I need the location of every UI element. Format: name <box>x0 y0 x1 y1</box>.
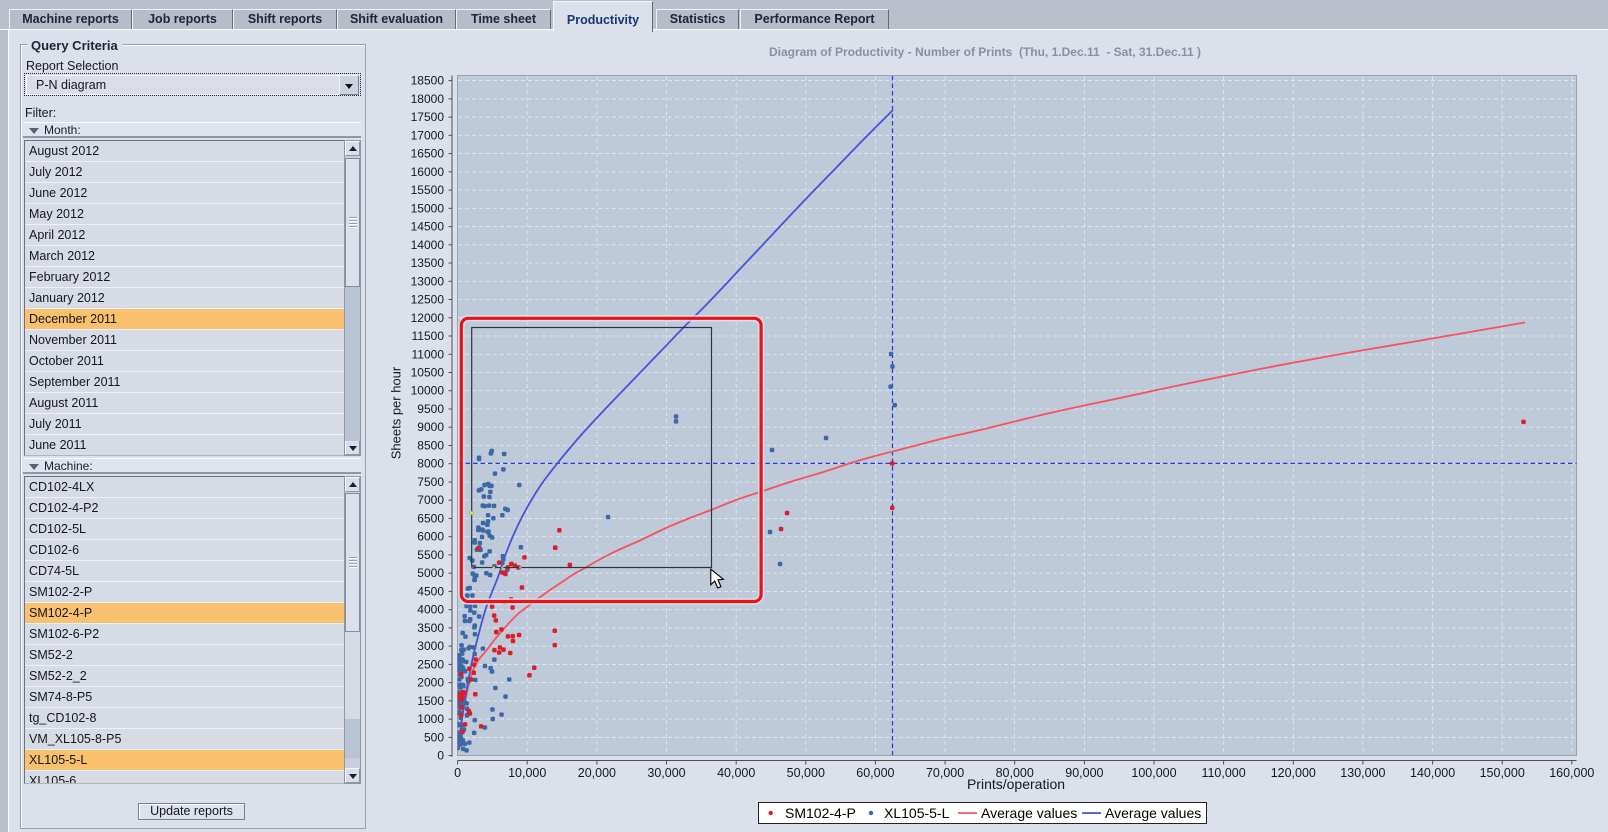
svg-text:0: 0 <box>437 749 444 763</box>
svg-text:2500: 2500 <box>417 657 444 671</box>
svg-text:2000: 2000 <box>417 676 444 690</box>
svg-text:Prints/operation: Prints/operation <box>967 776 1065 792</box>
svg-text:Average values: Average values <box>1105 805 1201 821</box>
svg-text:8000: 8000 <box>417 457 444 471</box>
svg-text:40,000: 40,000 <box>717 766 755 780</box>
svg-text:30,000: 30,000 <box>647 766 685 780</box>
svg-text:50,000: 50,000 <box>787 766 825 780</box>
svg-text:14500: 14500 <box>411 220 445 234</box>
svg-text:15500: 15500 <box>411 183 445 197</box>
svg-text:3500: 3500 <box>417 621 444 635</box>
svg-text:1500: 1500 <box>417 694 444 708</box>
svg-text:Sheets per hour: Sheets per hour <box>389 366 404 459</box>
svg-text:1000: 1000 <box>417 712 444 726</box>
svg-text:18500: 18500 <box>411 74 445 88</box>
svg-text:14000: 14000 <box>411 238 445 252</box>
svg-text:110,000: 110,000 <box>1201 766 1245 780</box>
svg-text:10000: 10000 <box>411 384 445 398</box>
svg-text:120,000: 120,000 <box>1271 766 1316 780</box>
svg-text:SM102-4-P: SM102-4-P <box>785 805 856 821</box>
svg-text:11000: 11000 <box>412 347 445 361</box>
svg-text:6500: 6500 <box>417 511 444 525</box>
svg-text:5500: 5500 <box>417 548 444 562</box>
svg-text:160,000: 160,000 <box>1549 766 1594 780</box>
svg-text:90,000: 90,000 <box>1065 766 1103 780</box>
svg-text:10,000: 10,000 <box>508 766 546 780</box>
svg-text:4500: 4500 <box>417 584 444 598</box>
svg-text:11500: 11500 <box>412 329 445 343</box>
svg-text:6000: 6000 <box>417 530 444 544</box>
svg-text:150,000: 150,000 <box>1480 766 1525 780</box>
svg-text:12000: 12000 <box>411 311 445 325</box>
svg-text:XL105-5-L: XL105-5-L <box>884 805 950 821</box>
svg-text:10500: 10500 <box>411 366 445 380</box>
svg-text:Average values: Average values <box>981 805 1077 821</box>
svg-text:17000: 17000 <box>411 128 445 142</box>
svg-text:15000: 15000 <box>411 201 445 215</box>
svg-text:7000: 7000 <box>417 493 444 507</box>
svg-text:4000: 4000 <box>417 603 444 617</box>
svg-text:5000: 5000 <box>417 566 444 580</box>
svg-text:130,000: 130,000 <box>1340 766 1385 780</box>
svg-text:9000: 9000 <box>417 420 444 434</box>
svg-text:13500: 13500 <box>411 256 445 270</box>
svg-text:12500: 12500 <box>411 293 445 307</box>
svg-text:60,000: 60,000 <box>856 766 894 780</box>
svg-text:13000: 13000 <box>411 274 445 288</box>
svg-text:3000: 3000 <box>417 639 444 653</box>
svg-text:16500: 16500 <box>411 147 445 161</box>
svg-text:100,000: 100,000 <box>1131 766 1176 780</box>
svg-text:140,000: 140,000 <box>1410 766 1455 780</box>
svg-text:18000: 18000 <box>411 92 445 106</box>
svg-text:7500: 7500 <box>417 475 444 489</box>
svg-text:Diagram of Productivity - Numb: Diagram of Productivity - Number of Prin… <box>769 45 1201 59</box>
svg-text:17500: 17500 <box>411 110 445 124</box>
svg-text:8500: 8500 <box>417 439 444 453</box>
svg-text:70,000: 70,000 <box>926 766 964 780</box>
svg-text:0: 0 <box>454 766 461 780</box>
svg-text:20,000: 20,000 <box>578 766 616 780</box>
svg-text:16000: 16000 <box>411 165 445 179</box>
svg-text:500: 500 <box>424 730 444 744</box>
svg-text:9500: 9500 <box>417 402 444 416</box>
